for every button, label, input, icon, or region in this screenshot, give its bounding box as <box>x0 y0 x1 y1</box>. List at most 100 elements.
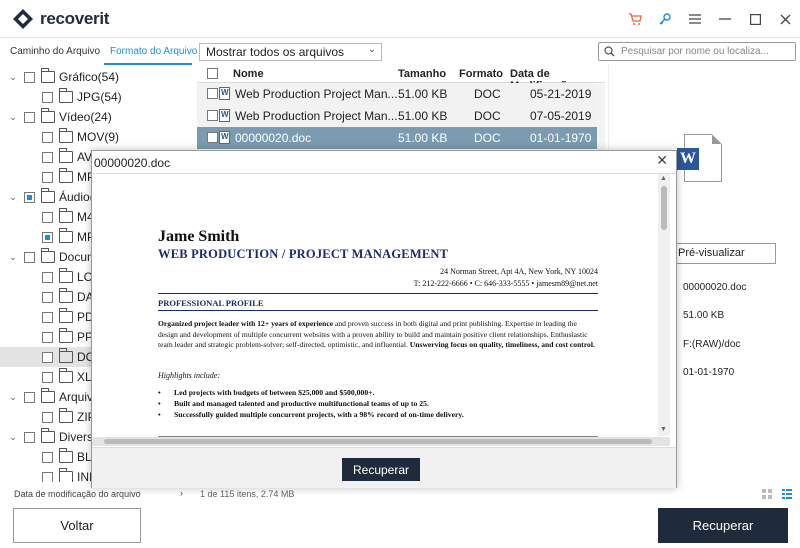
tree-checkbox[interactable] <box>24 71 35 83</box>
table-row[interactable]: Web Production Project Man... 51.00 KB D… <box>197 105 597 127</box>
word-doc-icon <box>219 131 230 144</box>
row-date: 07-05-2019 <box>530 109 592 123</box>
expand-caret-icon[interactable]: ⌄ <box>8 72 18 83</box>
select-all-checkbox[interactable] <box>207 68 218 79</box>
category-icon <box>41 108 55 123</box>
tree-item[interactable]: ⌄ Gráfico(54) <box>0 67 193 87</box>
row-checkbox[interactable] <box>207 88 218 99</box>
row-format: DOC <box>474 87 501 101</box>
file-filter-value: Mostrar todos os arquivos <box>206 45 345 59</box>
tree-checkbox[interactable] <box>42 271 53 283</box>
expand-caret-icon[interactable]: ⌄ <box>8 112 18 123</box>
preview-horizontal-scrollbar[interactable] <box>92 437 670 446</box>
tree-item[interactable]: MOV(9) <box>0 127 193 147</box>
column-name[interactable]: Nome <box>233 68 264 80</box>
tree-checkbox[interactable] <box>42 371 53 383</box>
tree-checkbox[interactable] <box>24 191 35 203</box>
app-title: recoverit <box>40 9 110 28</box>
tree-checkbox[interactable] <box>42 311 53 323</box>
tree-checkbox[interactable] <box>42 411 53 423</box>
divider <box>158 293 598 294</box>
resume-address: 24 Norman Street, Apt 4A, New York, NY 1… <box>440 267 598 276</box>
close-icon[interactable] <box>770 0 800 38</box>
dialog-close-icon[interactable]: ✕ <box>656 152 668 169</box>
column-format[interactable]: Formato <box>459 68 503 80</box>
detail-file-name: 00000020.doc <box>683 282 747 293</box>
tree-checkbox[interactable] <box>42 351 53 363</box>
tree-item-label: Arquiv <box>59 390 94 404</box>
preview-vertical-scrollbar[interactable]: ▲ ▼ <box>658 174 670 436</box>
tree-item-label: Vídeo(24) <box>59 110 112 124</box>
row-name: 00000020.doc <box>235 131 312 145</box>
column-size[interactable]: Tamanho <box>398 68 446 80</box>
folder-icon <box>59 268 73 283</box>
tree-checkbox[interactable] <box>42 131 53 143</box>
folder-icon <box>59 308 73 323</box>
file-filter-dropdown[interactable]: Mostrar todos os arquivos ⌄ <box>199 43 382 61</box>
cart-icon[interactable] <box>620 0 650 38</box>
tree-item[interactable]: ⌄ Vídeo(24) <box>0 107 193 127</box>
key-icon[interactable] <box>650 0 680 38</box>
folder-icon <box>59 348 73 363</box>
tab-file-format[interactable]: Formato do Arquivo <box>110 46 197 57</box>
folder-icon <box>59 128 73 143</box>
tree-checkbox[interactable] <box>42 211 53 223</box>
tree-checkbox[interactable] <box>42 291 53 303</box>
folder-icon <box>59 288 73 303</box>
expand-caret-icon[interactable]: ⌄ <box>8 432 18 443</box>
tree-checkbox[interactable] <box>24 431 35 443</box>
expand-caret-icon[interactable]: ⌄ <box>8 392 18 403</box>
dialog-recover-button[interactable]: Recuperar <box>342 458 420 481</box>
tree-checkbox[interactable] <box>42 451 53 463</box>
maximize-icon[interactable] <box>740 0 770 38</box>
grid-view-icon[interactable] <box>762 489 772 499</box>
resume-role: WEB PRODUCTION / PROJECT MANAGEMENT <box>158 247 449 261</box>
tree-checkbox[interactable] <box>42 91 53 103</box>
tree-item-label: MOV(9) <box>77 130 119 144</box>
preview-button[interactable]: Pré-visualizar <box>672 243 776 264</box>
recoverit-logo-icon <box>13 9 33 29</box>
detail-file-size: 51.00 KB <box>683 310 725 321</box>
dialog-footer: Recuperar <box>92 447 676 488</box>
expand-caret-icon[interactable]: ⌄ <box>8 192 18 203</box>
search-placeholder: Pesquisar por nome ou localiza... <box>621 46 769 57</box>
row-format: DOC <box>474 131 501 145</box>
tree-item-label: JPG(54) <box>77 90 122 104</box>
tree-item-label: Áudio( <box>59 190 94 204</box>
back-button[interactable]: Voltar <box>13 508 141 543</box>
category-icon <box>41 428 55 443</box>
tree-item-label: Gráfico(54) <box>59 70 120 84</box>
resume-bullet: Led projects with budgets of between $25… <box>158 388 375 397</box>
resume-bullet: Successfully guided multiple concurrent … <box>158 410 464 419</box>
category-icon <box>41 68 55 83</box>
tree-checkbox[interactable] <box>42 151 53 163</box>
table-row[interactable]: Web Production Project Man... 51.00 KB D… <box>197 83 597 105</box>
menu-icon[interactable] <box>680 0 710 38</box>
file-list-header: Nome Tamanho Formato Data de Modificação <box>197 65 605 92</box>
minimize-icon[interactable] <box>710 0 740 38</box>
recover-button[interactable]: Recuperar <box>658 508 788 543</box>
folder-icon <box>59 88 73 103</box>
tree-item[interactable]: JPG(54) <box>0 87 193 107</box>
sort-selector[interactable]: Data de modificação do arquivo <box>14 489 141 499</box>
category-icon <box>41 188 55 203</box>
tree-checkbox[interactable] <box>42 331 53 343</box>
list-view-icon[interactable] <box>782 489 792 499</box>
tree-checkbox[interactable] <box>24 111 35 123</box>
tree-checkbox[interactable] <box>24 251 35 263</box>
table-row-selected[interactable]: 00000020.doc 51.00 KB DOC 01-01-1970 <box>197 127 597 149</box>
tree-checkbox[interactable] <box>42 171 53 183</box>
tree-checkbox[interactable] <box>42 231 53 243</box>
chevron-right-icon[interactable]: › <box>180 488 183 498</box>
app-logo: recoverit <box>12 8 109 30</box>
tab-file-path[interactable]: Caminho do Arquivo <box>10 46 100 57</box>
tree-checkbox[interactable] <box>24 391 35 403</box>
search-input[interactable]: Pesquisar por nome ou localiza... <box>598 42 796 61</box>
row-checkbox[interactable] <box>207 110 218 121</box>
row-checkbox[interactable] <box>207 132 218 143</box>
folder-icon <box>59 328 73 343</box>
tree-checkbox[interactable] <box>42 471 53 482</box>
expand-caret-icon[interactable]: ⌄ <box>8 252 18 263</box>
folder-icon <box>59 148 73 163</box>
item-count: 1 de 115 itens, 2.74 MB <box>200 489 295 499</box>
